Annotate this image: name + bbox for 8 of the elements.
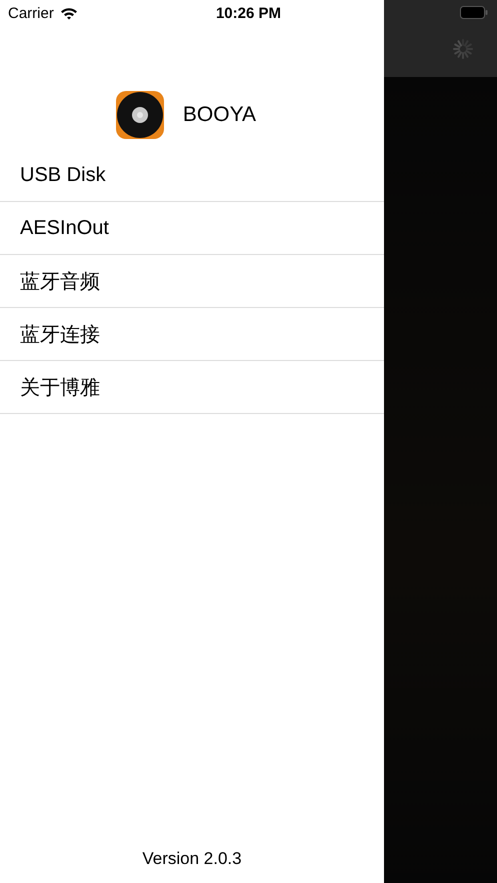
battery-icon — [460, 6, 488, 19]
loading-spinner-icon — [451, 36, 475, 60]
version-label: Version 2.0.3 — [141, 849, 243, 869]
wifi-icon — [60, 6, 78, 20]
status-time: 10:26 PM — [216, 4, 282, 22]
carrier-label: Carrier — [8, 4, 54, 22]
app-logo-icon — [116, 91, 164, 139]
app-title: BOOYA — [182, 103, 256, 127]
